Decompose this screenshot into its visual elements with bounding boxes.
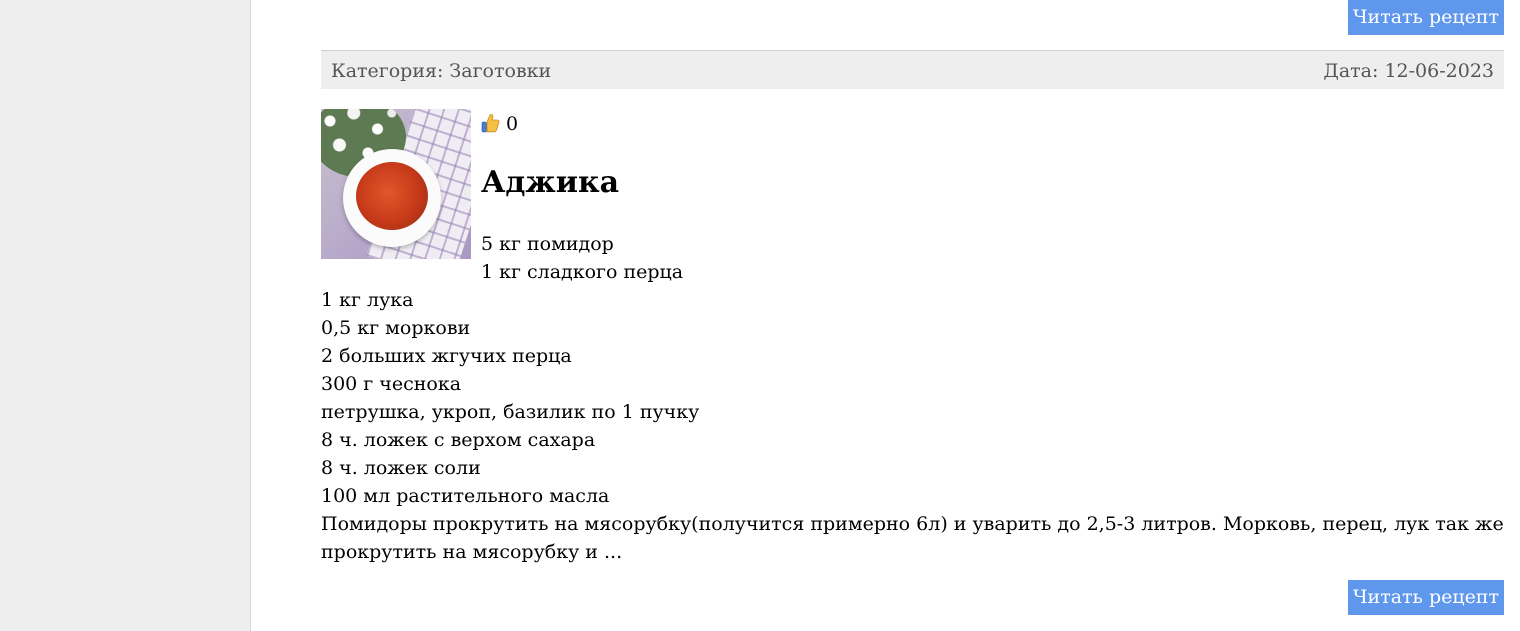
left-sidebar <box>0 0 251 631</box>
recipe-description: Помидоры прокрутить на мясорубку(получит… <box>321 513 1504 563</box>
recipe-preview-text: 5 кг помидор 1 кг сладкого перца 1 кг лу… <box>321 230 1504 566</box>
ingredient-line: 300 г чеснока <box>321 373 462 395</box>
recipe-meta-bar: Категория: Заготовки Дата: 12-06-2023 <box>321 50 1504 89</box>
read-recipe-button-previous[interactable]: Читать рецепт <box>1347 0 1504 35</box>
thumbnail-sauce <box>356 162 428 230</box>
like-count: 0 <box>506 113 519 135</box>
ingredient-line: 1 кг сладкого перца <box>481 261 684 283</box>
ingredient-line: 0,5 кг моркови <box>321 317 471 339</box>
ingredient-line: 100 мл растительного масла <box>321 485 610 507</box>
like-counter[interactable]: 0 <box>481 112 518 136</box>
ingredient-line: 5 кг помидор <box>481 233 614 255</box>
recipe-date: Дата: 12-06-2023 <box>1323 60 1494 82</box>
read-recipe-button[interactable]: Читать рецепт <box>1347 580 1504 615</box>
ingredient-line: 8 ч. ложек с верхом сахара <box>321 429 596 451</box>
recipe-title[interactable]: Аджика <box>481 163 619 203</box>
ingredient-line: 2 больших жгучих перца <box>321 345 572 367</box>
ingredient-line: петрушка, укроп, базилик по 1 пучку <box>321 401 700 423</box>
ingredient-line: 8 ч. ложек соли <box>321 457 481 479</box>
recipe-category[interactable]: Категория: Заготовки <box>331 60 551 82</box>
ingredient-line: 1 кг лука <box>321 289 414 311</box>
thumbs-up-icon[interactable] <box>481 113 500 133</box>
